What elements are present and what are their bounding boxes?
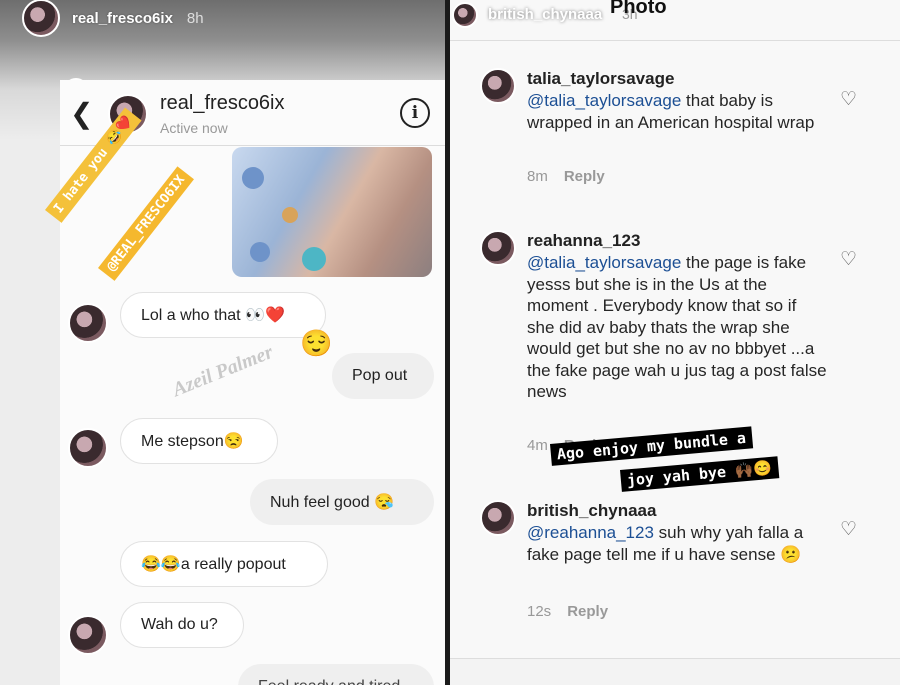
dm-active-status: Active now <box>160 120 228 136</box>
comment-avatar[interactable] <box>480 230 516 266</box>
comment-avatar[interactable] <box>480 500 516 536</box>
heart-icon[interactable]: ♡ <box>840 518 857 541</box>
comment-time: 4m <box>527 437 548 454</box>
story-avatar[interactable] <box>22 0 60 37</box>
message-avatar <box>68 303 108 343</box>
comment-body: the page is fake yesss but she is in the… <box>527 253 827 401</box>
comment-text: @talia_taylorsavage that baby is wrapped… <box>527 90 827 133</box>
story-username[interactable]: real_fresco6ix <box>72 10 173 27</box>
comment-username[interactable]: british_chynaaa <box>527 501 656 521</box>
emoji-reaction-bar[interactable] <box>450 658 900 685</box>
message-bubble-incoming: Me stepson😒 <box>120 418 278 464</box>
comment-avatar[interactable] <box>480 68 516 104</box>
story-avatar[interactable] <box>452 2 478 28</box>
dm-contact-name[interactable]: real_fresco6ix <box>160 92 285 115</box>
heart-icon[interactable]: ♡ <box>840 88 857 111</box>
story-header: real_fresco6ix 8h <box>22 0 204 37</box>
comment-meta: 12s Reply <box>527 603 624 620</box>
comment-username[interactable]: talia_taylorsavage <box>527 69 674 89</box>
heart-icon[interactable]: ♡ <box>840 248 857 271</box>
comment-meta: 8m Reply <box>527 168 621 185</box>
message-avatar <box>68 615 108 655</box>
comment-text: @reahanna_123 suh why yah falla a fake p… <box>527 522 827 565</box>
comment-text: @talia_taylorsavage the page is fake yes… <box>527 252 827 403</box>
comment-time: 12s <box>527 603 552 620</box>
comments-header: british_chynaaa 3h Photo <box>450 0 900 41</box>
comment-username[interactable]: reahanna_123 <box>527 231 640 251</box>
story-panel-left: real_fresco6ix 8h ❮ real_fresco6ix Activ… <box>0 0 445 685</box>
message-bubble-incoming: 😂😂a really popout <box>120 541 328 587</box>
comment-mention[interactable]: @talia_taylorsavage <box>527 253 681 272</box>
message-bubble-outgoing: Nuh feel good 😪 <box>250 479 434 525</box>
reply-button[interactable]: Reply <box>564 168 605 185</box>
shared-photo[interactable] <box>232 147 432 277</box>
comment-mention[interactable]: @talia_taylorsavage <box>527 91 681 110</box>
message-bubble-incoming: Wah do u? <box>120 602 244 648</box>
info-icon[interactable]: i <box>400 98 430 128</box>
emoji-sticker: 😌 <box>300 328 333 358</box>
comment-time: 8m <box>527 168 548 185</box>
story-timestamp: 8h <box>186 9 204 27</box>
page-title: Photo <box>610 0 667 18</box>
comment-mention[interactable]: @reahanna_123 <box>527 523 654 542</box>
caption-sticker-line2: joy yah bye 🙌🏾😊 <box>620 456 780 492</box>
reply-button[interactable]: Reply <box>567 603 608 620</box>
story-username[interactable]: british_chynaaa <box>488 6 602 23</box>
message-bubble-outgoing: Feel ready and tired <box>238 664 434 685</box>
message-avatar <box>68 428 108 468</box>
message-bubble-outgoing: Pop out <box>332 353 434 399</box>
back-arrow-icon[interactable]: ❮ <box>70 100 93 128</box>
message-bubble-incoming: Lol a who that 👀❤️ <box>120 292 326 338</box>
story-panel-right: british_chynaaa 3h Photo talia_taylorsav… <box>450 0 900 685</box>
